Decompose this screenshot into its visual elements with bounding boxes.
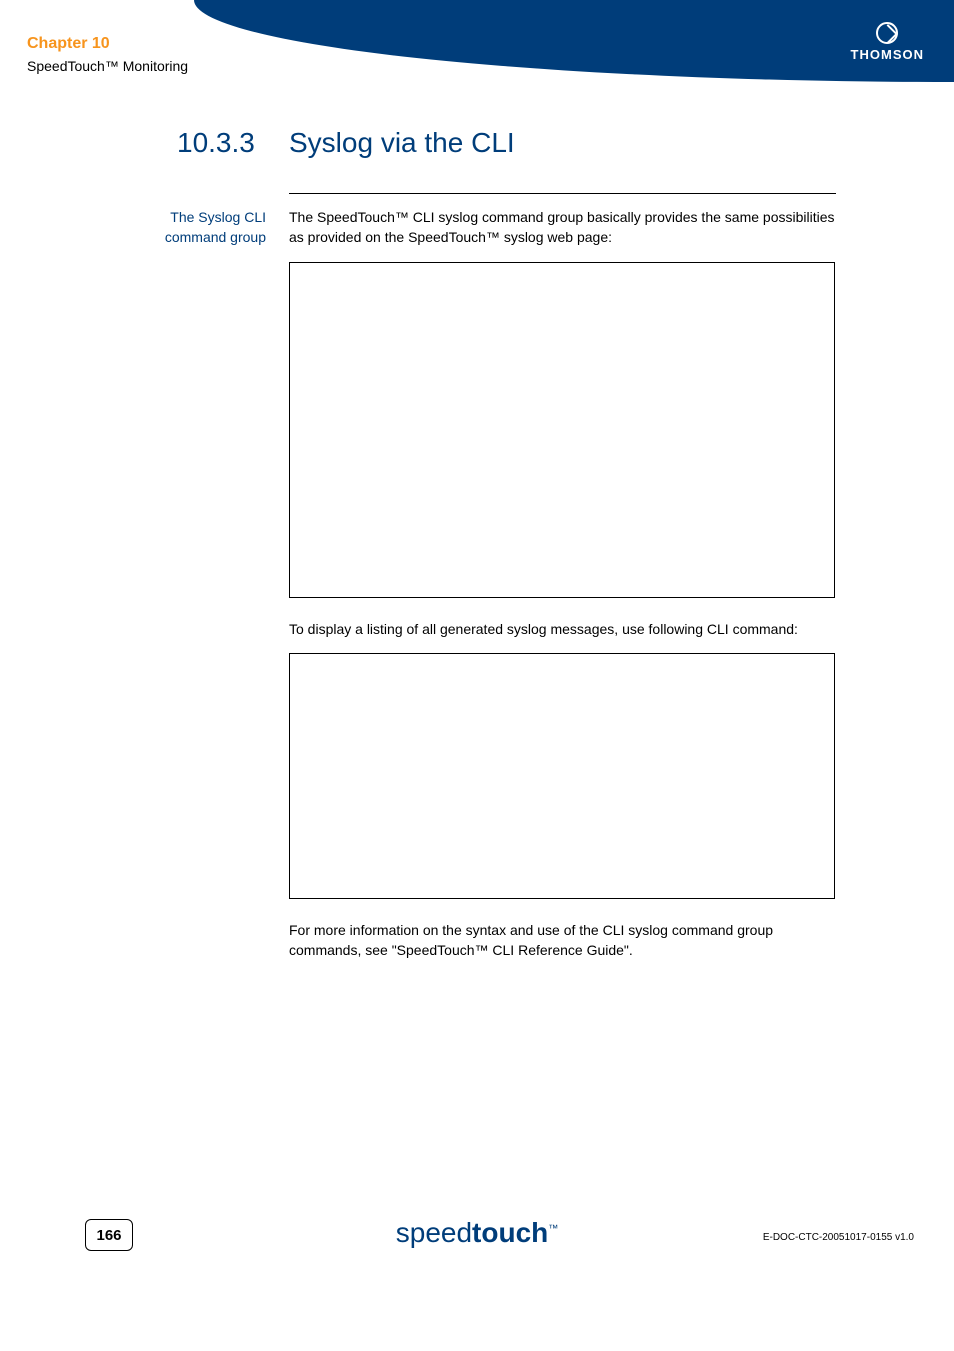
thomson-icon: [876, 22, 898, 44]
code-box-1: [289, 262, 835, 598]
speedtouch-logo: speedtouch™: [396, 1217, 559, 1249]
chapter-subtitle: SpeedTouch™ Monitoring: [27, 58, 188, 74]
page-number: 166: [85, 1219, 133, 1251]
body-paragraph-1: The SpeedTouch™ CLI syslog command group…: [289, 208, 836, 247]
thomson-logo: THOMSON: [851, 22, 924, 62]
header-curve: [194, 0, 954, 82]
body-paragraph-2: To display a listing of all generated sy…: [289, 620, 836, 640]
body-paragraph-3: For more information on the syntax and u…: [289, 921, 836, 960]
thomson-brand-text: THOMSON: [851, 47, 924, 62]
section-divider: [289, 193, 836, 194]
header-bar: Chapter 10 SpeedTouch™ Monitoring THOMSO…: [0, 0, 954, 82]
logo-bold: touch: [472, 1217, 548, 1248]
sidebar-label: The Syslog CLI command group: [156, 208, 266, 247]
section-number: 10.3.3: [177, 127, 255, 159]
logo-tm: ™: [548, 1224, 558, 1235]
code-box-2: [289, 653, 835, 899]
chapter-label: Chapter 10: [27, 35, 110, 53]
logo-light: speed: [396, 1217, 472, 1248]
document-id: E-DOC-CTC-20051017-0155 v1.0: [763, 1232, 914, 1243]
section-title: Syslog via the CLI: [289, 127, 515, 159]
